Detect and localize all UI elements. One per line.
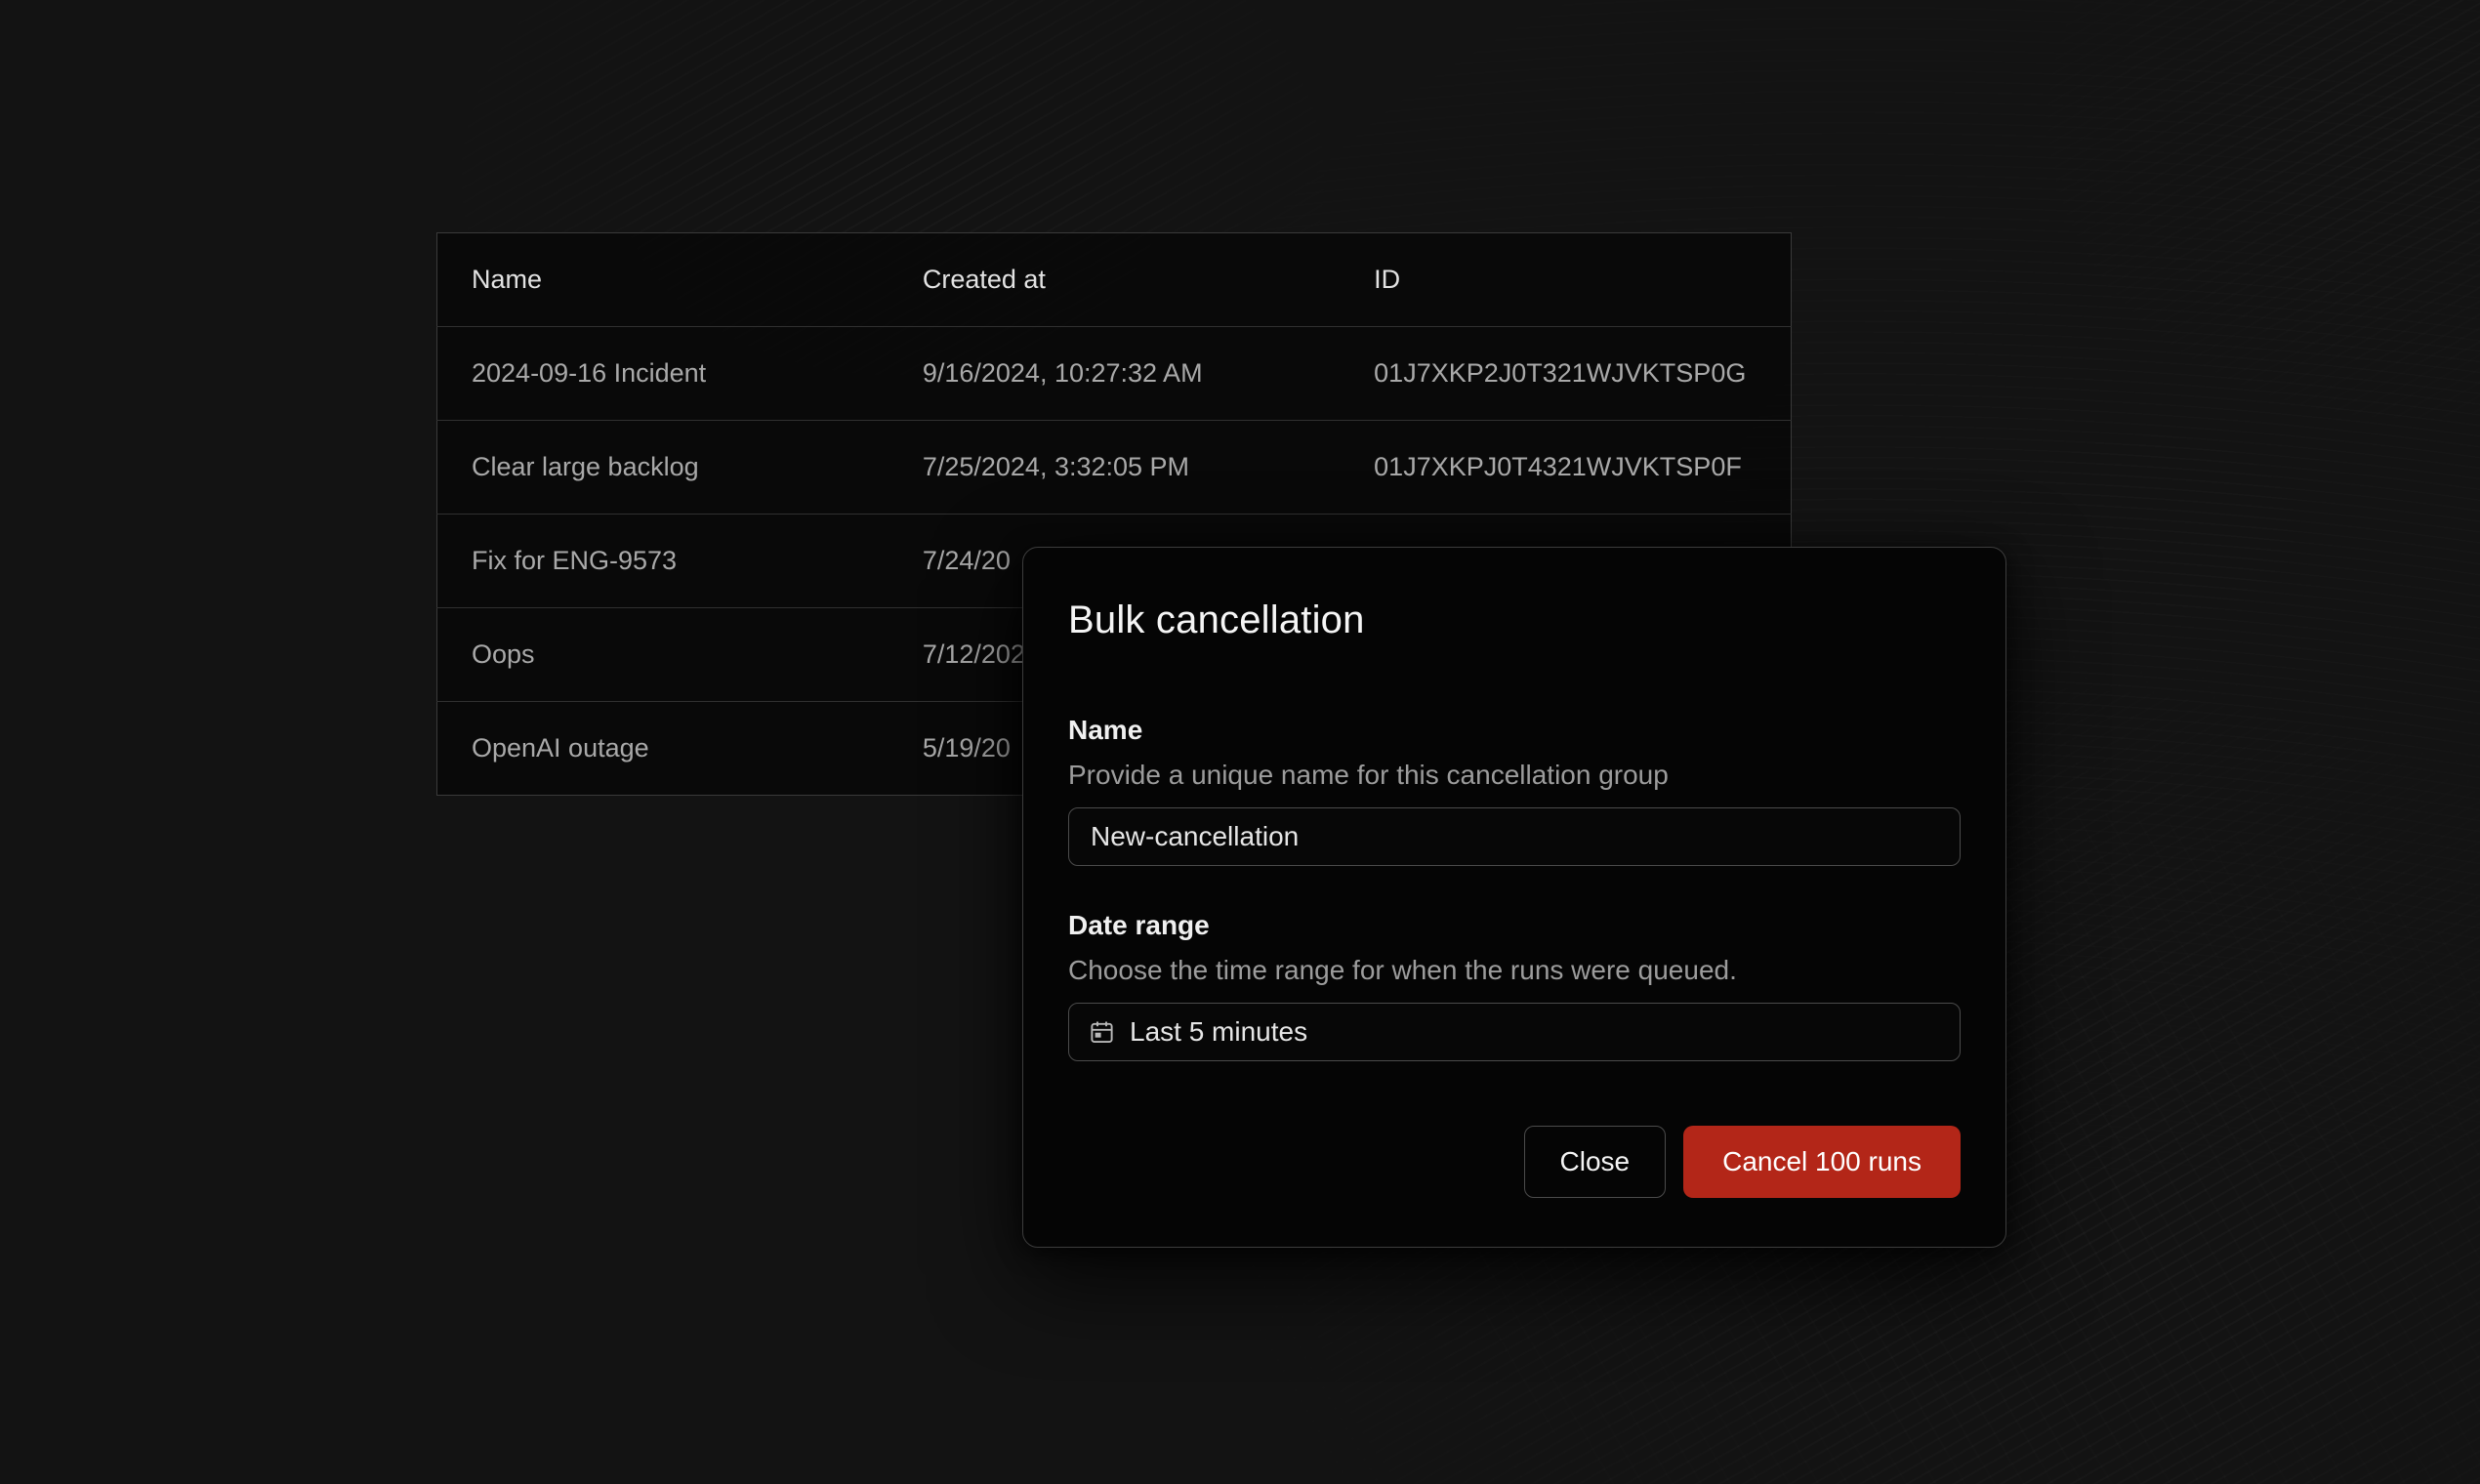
page-background: Name Created at ID 2024-09-16 Incident 9… [0, 0, 2480, 1484]
date-range-field: Date range Choose the time range for whe… [1068, 909, 1961, 1061]
table-row[interactable]: 2024-09-16 Incident 9/16/2024, 10:27:32 … [437, 327, 1792, 421]
table-header-row: Name Created at ID [437, 233, 1792, 327]
table-row[interactable]: Clear large backlog 7/25/2024, 3:32:05 P… [437, 421, 1792, 515]
name-input[interactable] [1068, 807, 1961, 866]
row-name-cell: Fix for ENG-9573 [437, 515, 889, 608]
column-header-created-at: Created at [889, 233, 1340, 327]
date-range-description: Choose the time range for when the runs … [1068, 954, 1961, 987]
row-name-cell: Oops [437, 608, 889, 702]
date-range-select[interactable]: Last 5 minutes [1068, 1003, 1961, 1061]
calendar-icon [1089, 1019, 1115, 1046]
name-field-description: Provide a unique name for this cancellat… [1068, 759, 1961, 792]
name-field-label: Name [1068, 714, 1961, 747]
row-name-cell: OpenAI outage [437, 702, 889, 796]
column-header-id: ID [1340, 233, 1791, 327]
close-button[interactable]: Close [1524, 1126, 1667, 1198]
column-header-name: Name [437, 233, 889, 327]
bulk-cancellation-modal: Bulk cancellation Name Provide a unique … [1022, 547, 2006, 1248]
modal-title: Bulk cancellation [1068, 597, 1961, 643]
row-id-cell: 01J7XKP2J0T321WJVKTSP0G [1340, 327, 1791, 421]
row-created-at-cell: 7/25/2024, 3:32:05 PM [889, 421, 1340, 515]
row-created-at-cell: 9/16/2024, 10:27:32 AM [889, 327, 1340, 421]
date-range-value: Last 5 minutes [1130, 1016, 1307, 1048]
row-id-cell: 01J7XKPJ0T4321WJVKTSP0F [1340, 421, 1791, 515]
row-name-cell: Clear large backlog [437, 421, 889, 515]
name-field: Name Provide a unique name for this canc… [1068, 714, 1961, 866]
date-range-label: Date range [1068, 909, 1961, 942]
row-name-cell: 2024-09-16 Incident [437, 327, 889, 421]
cancel-runs-button[interactable]: Cancel 100 runs [1683, 1126, 1961, 1198]
modal-actions: Close Cancel 100 runs [1068, 1126, 1961, 1198]
